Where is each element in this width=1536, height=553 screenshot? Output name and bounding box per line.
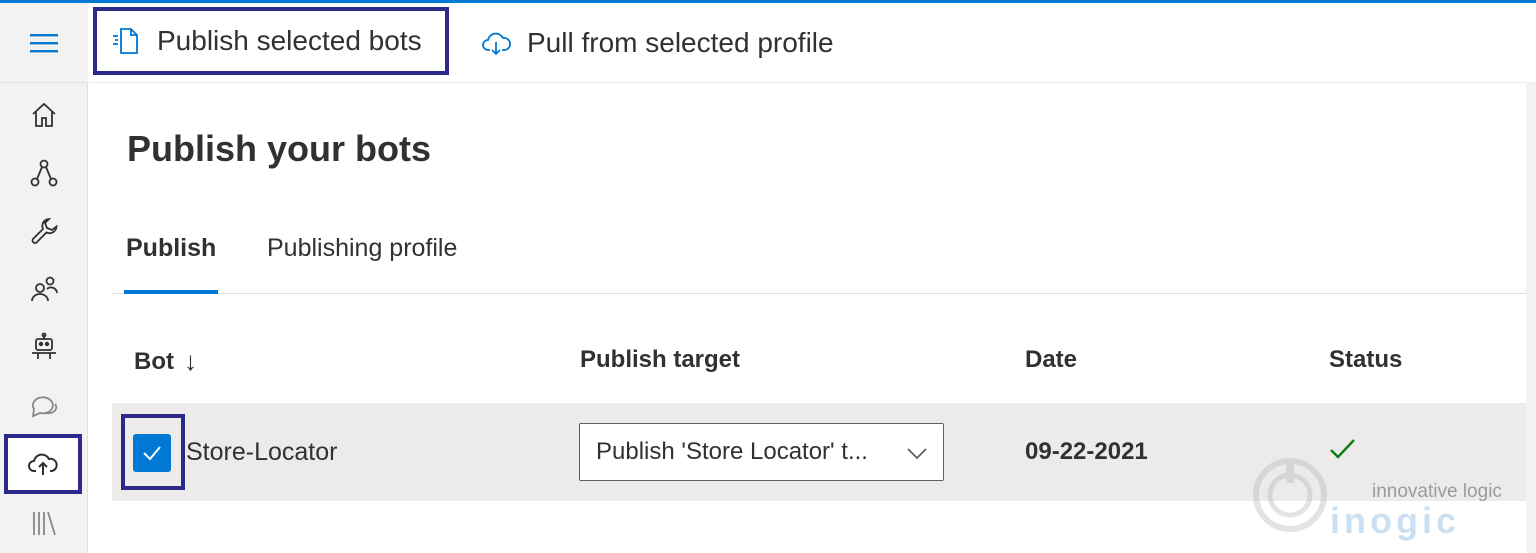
bot-icon [32,332,56,359]
flow-icon [30,159,58,187]
column-header-bot[interactable]: Bot ↓ [134,346,197,377]
column-header-status: Status [1329,346,1403,373]
tab-publish[interactable]: Publish [123,234,219,294]
nav-users[interactable] [0,261,88,317]
document-publish-icon [113,28,138,54]
publish-selected-bots-label: Publish selected bots [157,25,422,56]
date-cell: 09-22-2021 [1025,438,1148,465]
nav-home[interactable] [0,87,88,143]
users-icon [31,276,58,302]
bot-name-cell: Store-Locator [186,438,338,466]
tab-list: Publish Publishing profile [112,226,1526,294]
cloud-download-icon [482,32,511,56]
checkmark-icon [143,446,161,461]
wrench-icon [31,217,58,244]
column-header-bot-label: Bot [134,347,174,375]
publish-target-dropdown[interactable]: Publish 'Store Locator' t... [579,423,944,481]
column-header-publish-target: Publish target [580,346,741,373]
nav-flow[interactable] [0,145,88,201]
page-title: Publish your bots [127,128,432,169]
home-icon [32,102,56,127]
publish-selected-bots-button[interactable]: Publish selected bots [93,7,449,75]
publish-target-value: Publish 'Store Locator' t... [596,438,868,465]
library-icon [33,511,56,536]
pull-from-profile-label: Pull from selected profile [527,27,834,58]
left-nav-rail [0,3,88,553]
row-checkbox[interactable] [133,434,171,472]
tab-publishing-profile[interactable]: Publishing profile [267,234,457,294]
nav-conversations[interactable] [0,377,88,433]
pull-from-profile-button[interactable]: Pull from selected profile [481,3,834,83]
chat-icon [31,396,58,418]
sort-down-icon: ↓ [183,346,197,376]
hamburger-menu-button[interactable] [0,3,88,83]
chevron-down-icon [907,448,927,460]
hamburger-icon [30,33,58,52]
nav-settings[interactable] [0,203,88,259]
cloud-upload-icon [28,453,58,475]
watermark-brand: inogic [1330,500,1460,541]
column-header-date: Date [1025,346,1078,373]
command-bar: Publish selected bots Pull from selected… [89,3,1536,83]
nav-publish[interactable] [4,434,82,494]
nav-library[interactable] [0,495,88,551]
nav-bots[interactable] [0,319,88,375]
